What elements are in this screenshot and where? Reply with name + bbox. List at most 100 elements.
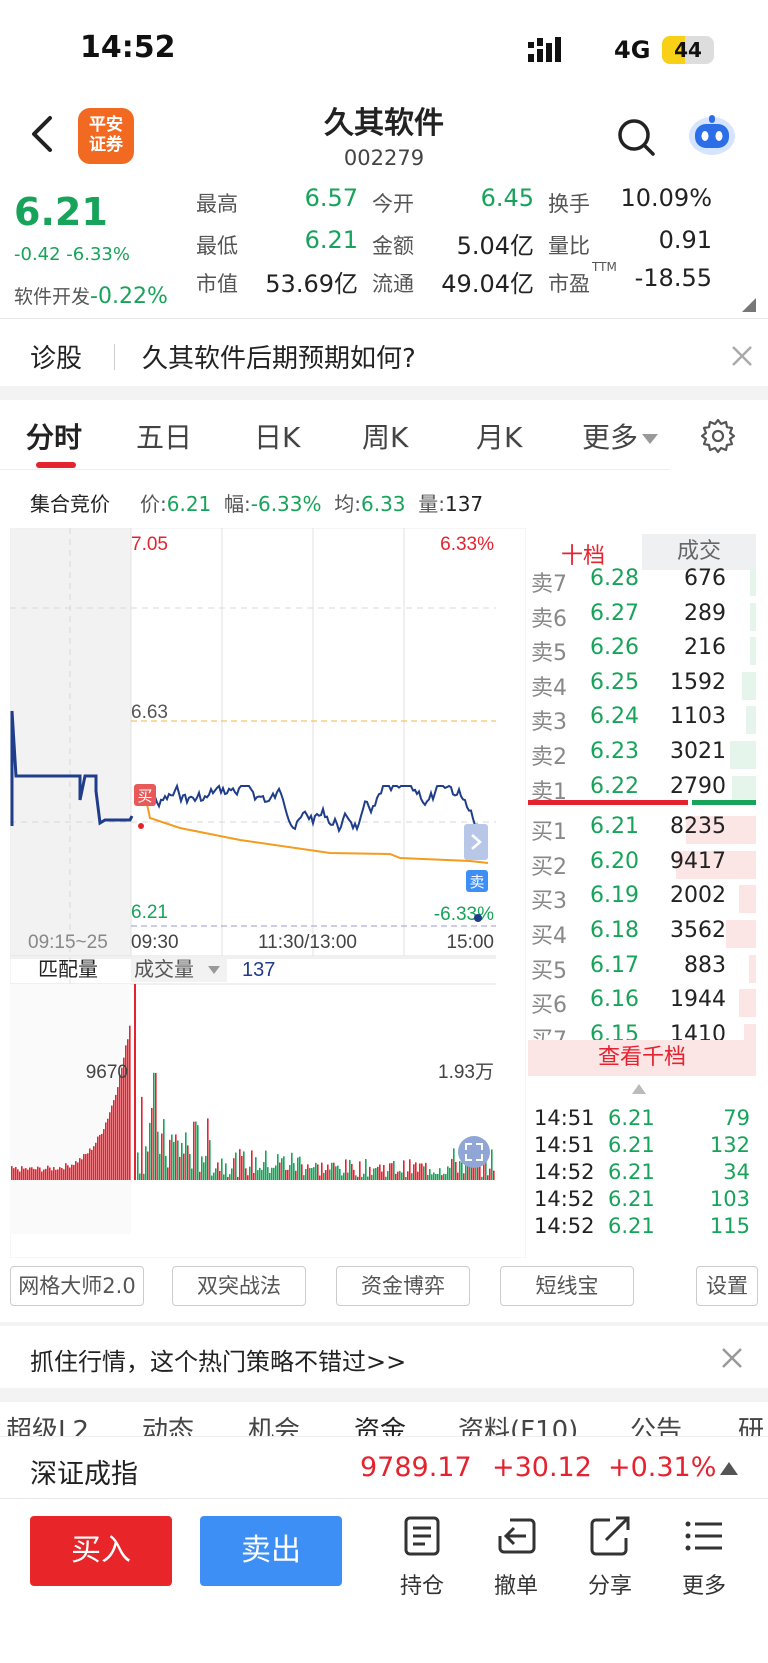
bid-row[interactable]: 买3 6.19 2002 <box>528 883 756 917</box>
auction-amp: -6.33% <box>250 492 322 516</box>
volume-bar <box>155 1072 157 1180</box>
tick-vol: 103 <box>709 1187 750 1211</box>
tab-intraday[interactable]: 分时 <box>26 416 82 456</box>
corner-triangle-icon <box>742 298 756 312</box>
bid-row[interactable]: 买6 6.16 1944 <box>528 987 756 1021</box>
orderbook-tab-trades[interactable]: 成交 <box>642 534 756 570</box>
subtab-super-l2[interactable]: 超级L2 <box>6 1410 89 1436</box>
volume-bar <box>275 1165 277 1180</box>
volume-bar <box>245 1168 247 1180</box>
volume-bar <box>489 1168 491 1180</box>
fullscreen-icon[interactable] <box>458 1136 490 1168</box>
volume-bar <box>227 1176 229 1180</box>
ask-price: 6.22 <box>590 773 639 799</box>
sector-info[interactable]: 软件开发-0.22% <box>14 282 168 309</box>
search-icon[interactable] <box>615 116 657 158</box>
ask-row[interactable]: 卖4 6.25 1592 <box>528 670 756 704</box>
volume-bar <box>59 1167 61 1180</box>
menu-icon <box>685 1521 722 1551</box>
subtab-research[interactable]: 研 <box>738 1410 764 1436</box>
volume-bar <box>113 1100 115 1180</box>
ask-row[interactable]: 卖6 6.27 289 <box>528 601 756 635</box>
orderbook-tab-ten[interactable]: 十档 <box>528 538 638 569</box>
tab-monthly-k[interactable]: 月K <box>476 416 522 456</box>
volume-bar <box>249 1166 251 1180</box>
volume-bar <box>207 1118 209 1180</box>
volume-bar <box>225 1163 227 1180</box>
strategy-settings[interactable]: 设置 <box>696 1266 758 1306</box>
volume-bar <box>255 1157 257 1180</box>
tab-weekly-k[interactable]: 周K <box>362 416 408 456</box>
view-full-depth-button[interactable]: 查看千档 <box>528 1040 756 1076</box>
strategy-double-breakout[interactable]: 双突战法 <box>172 1266 306 1306</box>
volume-bar <box>365 1159 367 1180</box>
volume-bar <box>369 1166 371 1180</box>
subtab-news[interactable]: 动态 <box>142 1410 194 1436</box>
volume-bar <box>307 1164 309 1180</box>
section-gap <box>0 1322 768 1326</box>
tab-more[interactable]: 更多 <box>582 416 659 456</box>
subtab-f10[interactable]: 资料(F10) <box>458 1410 578 1436</box>
volume-bar <box>89 1148 91 1180</box>
ask-label: 卖6 <box>531 606 567 632</box>
bid-row[interactable]: 买5 6.17 883 <box>528 953 756 987</box>
intraday-chart[interactable]: 7.05 6.33% 6.63 6.21 -6.33% 买 卖 09:15~25… <box>10 528 526 1258</box>
close-icon[interactable] <box>720 1346 744 1370</box>
strategy-grid-master[interactable]: 网格大师2.0 <box>10 1266 144 1306</box>
more-button[interactable]: 更多 <box>664 1514 744 1600</box>
quote-value: 53.69亿 <box>265 270 358 298</box>
strategy-short-term[interactable]: 短线宝 <box>500 1266 634 1306</box>
promo-banner[interactable]: 抓住行情，这个热门策略不错过>> <box>30 1342 406 1377</box>
bid-row[interactable]: 买2 6.20 9417 <box>528 849 756 883</box>
bid-row[interactable]: 买1 6.21 8235 <box>528 814 756 848</box>
subtab-capital[interactable]: 资金 <box>354 1410 406 1436</box>
cancel-order-button[interactable]: 撤单 <box>476 1514 556 1600</box>
diagnosis-question[interactable]: 久其软件后期预期如何? <box>142 338 416 375</box>
volume-bar <box>65 1163 67 1180</box>
volume-bar <box>397 1171 399 1180</box>
volume-bar <box>297 1157 299 1180</box>
tab-daily-k[interactable]: 日K <box>254 416 300 456</box>
ask-price: 6.27 <box>590 600 639 626</box>
volume-bar <box>47 1165 49 1180</box>
positions-button[interactable]: 持仓 <box>382 1514 462 1600</box>
ask-row[interactable]: 卖2 6.23 3021 <box>528 739 756 773</box>
tick-time: 14:51 <box>534 1106 595 1130</box>
volume-bar <box>71 1164 73 1180</box>
sell-button[interactable]: 卖出 <box>200 1516 342 1586</box>
auction-vol-label: 量: <box>418 492 445 516</box>
ask-row[interactable]: 卖5 6.26 216 <box>528 635 756 669</box>
ask-row[interactable]: 卖7 6.28 676 <box>528 566 756 600</box>
volume-bar <box>231 1168 233 1180</box>
diagnosis-label[interactable]: 诊股 <box>30 338 82 375</box>
expand-tab[interactable] <box>464 824 488 860</box>
settings-gear-icon[interactable] <box>700 418 736 454</box>
subtab-opportunity[interactable]: 机会 <box>248 1410 300 1436</box>
expand-up-icon[interactable] <box>720 1460 738 1476</box>
subtab-announcements[interactable]: 公告 <box>630 1410 682 1436</box>
close-icon[interactable] <box>730 344 754 368</box>
volume-bar <box>91 1149 93 1180</box>
volume-bar <box>405 1176 407 1180</box>
volume-bar <box>339 1168 341 1180</box>
volume-bar <box>319 1175 321 1180</box>
buy-button[interactable]: 买入 <box>30 1516 172 1586</box>
volume-bar <box>195 1121 197 1180</box>
depth-bar <box>742 671 756 700</box>
ai-assistant-robot-icon[interactable] <box>686 112 738 160</box>
tab-five-day[interactable]: 五日 <box>136 416 192 456</box>
bid-row[interactable]: 买4 6.18 3562 <box>528 918 756 952</box>
volume-bar <box>315 1162 317 1180</box>
bid-label: 买1 <box>531 820 567 846</box>
volume-bar <box>83 1154 85 1180</box>
strategy-capital-game[interactable]: 资金博弈 <box>336 1266 470 1306</box>
price-mid-label: 6.63 <box>131 702 168 723</box>
ask-row[interactable]: 卖3 6.24 1103 <box>528 704 756 738</box>
volume-bar <box>291 1152 293 1180</box>
vol-section-label: 匹配量 <box>38 959 98 981</box>
depth-bar <box>725 920 756 948</box>
up-arrow-icon[interactable] <box>632 1082 646 1096</box>
volume-bar <box>389 1163 391 1180</box>
volume-bar <box>417 1171 419 1180</box>
share-button[interactable]: 分享 <box>570 1514 650 1600</box>
